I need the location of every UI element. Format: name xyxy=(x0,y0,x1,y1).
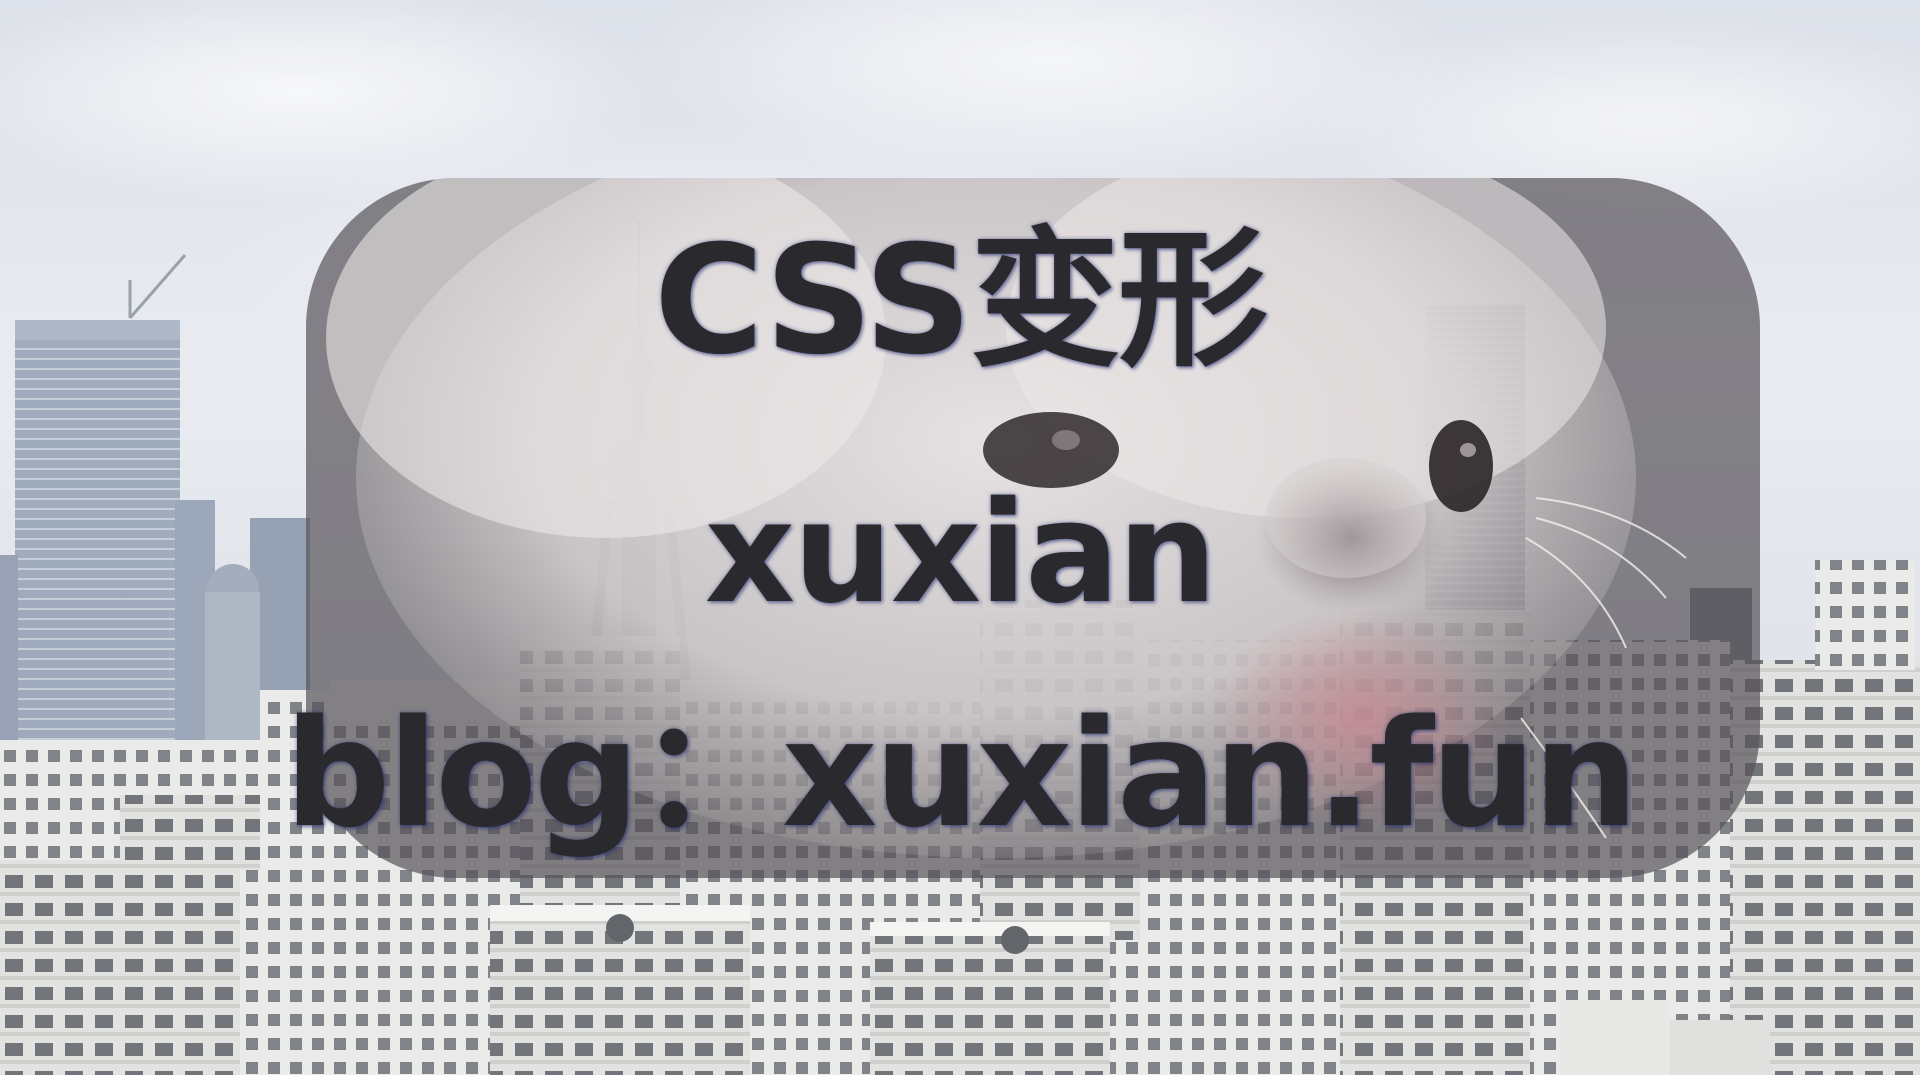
page-title: CSS变形 xyxy=(653,214,1268,388)
author-name: xuxian xyxy=(704,472,1217,635)
blog-address: blog：xuxian.fun xyxy=(284,688,1639,860)
cover-stage: CSS变形 xuxian blog：xuxian.fun xyxy=(0,0,1920,1080)
